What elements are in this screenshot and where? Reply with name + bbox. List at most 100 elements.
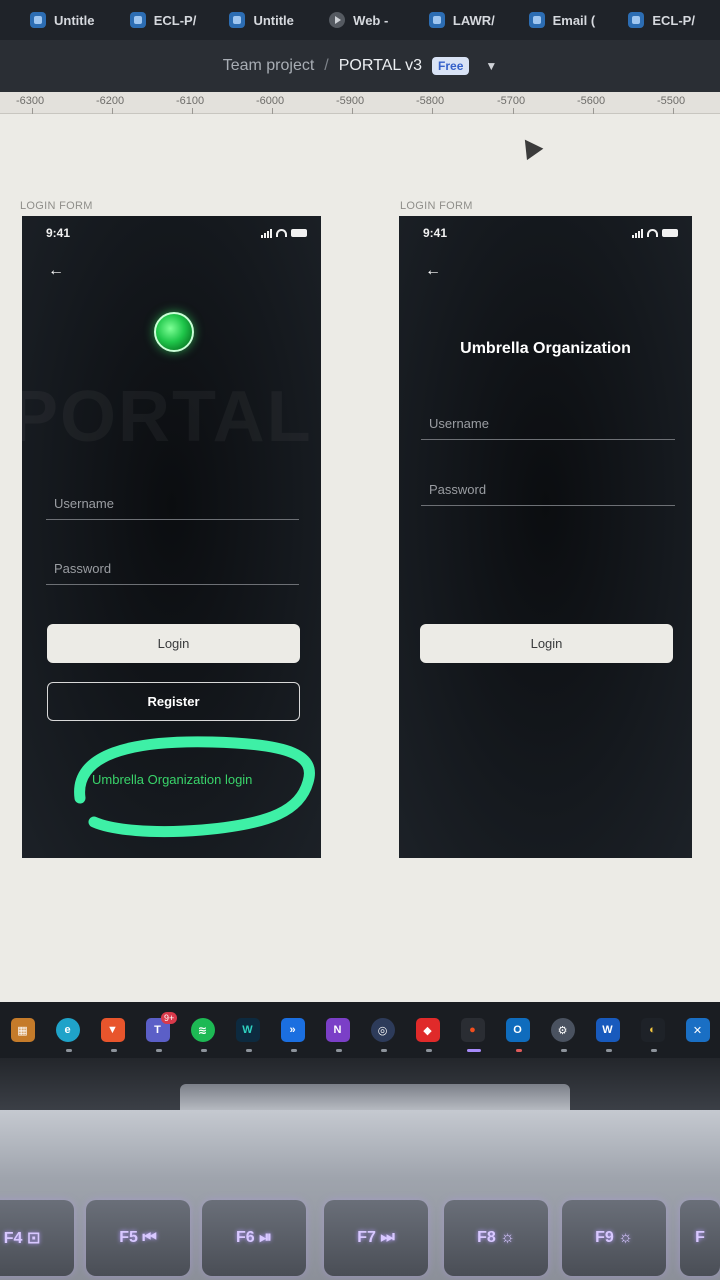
taskbar-app-anydesk[interactable]: ◆: [405, 1002, 450, 1058]
password-placeholder: Password: [429, 482, 487, 497]
taskbar-app-figma[interactable]: ●: [450, 1002, 495, 1058]
username-placeholder: Username: [54, 496, 114, 511]
frame-label[interactable]: LOGIN FORM: [20, 200, 93, 212]
taskbar-app-penguin[interactable]: ◐: [630, 1002, 675, 1058]
org-login-frame[interactable]: 9:41 ← Umbrella Organization Username Pa…: [399, 216, 692, 858]
photo-of-laptop-screen: Untitle ECL-P/ Untitle Web - LAWR/ Email…: [0, 0, 720, 1280]
taskbar-app-store[interactable]: ▦: [0, 1002, 45, 1058]
taskbar-app-obs[interactable]: ◎: [360, 1002, 405, 1058]
word-icon: W: [595, 1018, 620, 1042]
ruler-label: -5500: [657, 95, 686, 107]
browser-tab[interactable]: Email (: [521, 2, 621, 38]
anydesk-icon: ◆: [415, 1018, 440, 1042]
browser-tab-bar: Untitle ECL-P/ Untitle Web - LAWR/ Email…: [0, 0, 720, 40]
username-field[interactable]: Username: [421, 404, 675, 440]
figma-doc-icon: [129, 12, 146, 28]
plan-badge[interactable]: Free: [432, 57, 470, 75]
key-f9: F9 ☼: [562, 1200, 666, 1276]
figma-doc-icon: [30, 12, 46, 28]
password-field[interactable]: Password: [421, 470, 675, 506]
gear-icon: ⚙: [550, 1018, 575, 1042]
wifi-icon: [647, 229, 658, 237]
highlight-scribble: [74, 736, 315, 838]
taskbar-app-spotify[interactable]: ≋: [180, 1002, 225, 1058]
chevron-down-icon[interactable]: ▼: [485, 59, 497, 73]
horizontal-ruler: -6300 -6200 -6100 -6000 -5900 -5800 -570…: [0, 92, 720, 114]
arrow-left-icon[interactable]: ←: [48, 262, 64, 280]
brave-icon: ▼: [100, 1018, 125, 1042]
system-icons: [632, 228, 678, 238]
login-button[interactable]: Login: [420, 624, 673, 663]
figma-doc-icon: [628, 12, 645, 28]
battery-icon: [291, 229, 307, 237]
ruler-label: -6100: [176, 95, 205, 107]
azure-icon: »: [280, 1018, 305, 1042]
outlook-icon: O: [505, 1018, 530, 1042]
status-time: 9:41: [423, 226, 448, 240]
browser-tab[interactable]: ECL-P/: [122, 2, 222, 38]
org-title: Umbrella Organization: [460, 340, 631, 357]
taskbar-app-azure[interactable]: »: [270, 1002, 315, 1058]
visual-studio-icon: N: [325, 1018, 350, 1042]
key-f5: F5 ⏮: [86, 1200, 190, 1276]
ruler-label: -5700: [497, 95, 526, 107]
status-bar: 9:41: [399, 216, 692, 250]
browser-tab[interactable]: Untitle: [221, 2, 321, 38]
key-f7: F7 ⏭: [324, 1200, 428, 1276]
status-bar: 9:41: [22, 216, 321, 250]
edge-icon: e: [55, 1018, 80, 1042]
browser-tab[interactable]: LAWR/: [421, 2, 521, 38]
figma-doc-icon: [428, 12, 445, 28]
system-icons: [261, 228, 307, 238]
obs-icon: ◎: [370, 1018, 395, 1042]
breadcrumb-team[interactable]: Team project: [223, 57, 315, 75]
vscode-icon: ✕: [685, 1018, 710, 1042]
file-name[interactable]: PORTAL v3: [339, 57, 422, 75]
username-field[interactable]: Username: [46, 484, 299, 520]
taskbar-app-webex[interactable]: W: [225, 1002, 270, 1058]
file-header: Team project / PORTAL v3 Free ▼: [0, 40, 720, 92]
portal-watermark: PORTAL: [22, 376, 313, 458]
frame-label[interactable]: LOGIN FORM: [400, 200, 473, 212]
taskbar-app-brave[interactable]: ▼: [90, 1002, 135, 1058]
taskbar-app-visual-studio[interactable]: N: [315, 1002, 360, 1058]
ruler-label: -6200: [96, 95, 125, 107]
signal-icon: [632, 228, 643, 238]
webex-icon: W: [235, 1018, 260, 1042]
store-icon: ▦: [10, 1018, 35, 1042]
browser-tab[interactable]: Web -: [321, 2, 421, 38]
username-placeholder: Username: [429, 416, 489, 431]
signal-icon: [261, 228, 272, 238]
login-button[interactable]: Login: [47, 624, 300, 663]
ruler-label: -6300: [16, 95, 45, 107]
breadcrumb-separator: /: [324, 57, 329, 74]
register-button[interactable]: Register: [47, 682, 300, 721]
green-orb-logo: [154, 312, 194, 352]
key-f6: F6 ⏯: [202, 1200, 306, 1276]
notification-badge: 9+: [161, 1012, 178, 1024]
ruler-label: -5600: [577, 95, 606, 107]
browser-tab[interactable]: ECL-P/: [620, 2, 720, 38]
play-icon: [329, 12, 346, 28]
taskbar-app-outlook[interactable]: O: [495, 1002, 540, 1058]
key-f4: F4 ⊡: [0, 1200, 74, 1276]
status-time: 9:41: [46, 226, 71, 240]
taskbar-app-settings[interactable]: ⚙: [540, 1002, 585, 1058]
browser-tab[interactable]: Untitle: [22, 2, 122, 38]
wifi-icon: [276, 229, 287, 237]
taskbar-app-vscode[interactable]: ✕: [675, 1002, 720, 1058]
figma-icon: ●: [460, 1018, 485, 1042]
laptop-hinge: [180, 1084, 570, 1110]
figma-doc-icon: [528, 12, 545, 28]
battery-icon: [662, 229, 678, 237]
taskbar-app-teams[interactable]: T 9+: [135, 1002, 180, 1058]
taskbar-app-edge[interactable]: e: [45, 1002, 90, 1058]
password-field[interactable]: Password: [46, 549, 299, 585]
key-f8: F8 ☼: [444, 1200, 548, 1276]
ruler-label: -5900: [336, 95, 365, 107]
figma-doc-icon: [229, 12, 246, 28]
penguin-icon: ◐: [640, 1018, 665, 1042]
taskbar-app-word[interactable]: W: [585, 1002, 630, 1058]
arrow-left-icon[interactable]: ←: [425, 262, 441, 280]
key-f10: F: [680, 1200, 720, 1276]
